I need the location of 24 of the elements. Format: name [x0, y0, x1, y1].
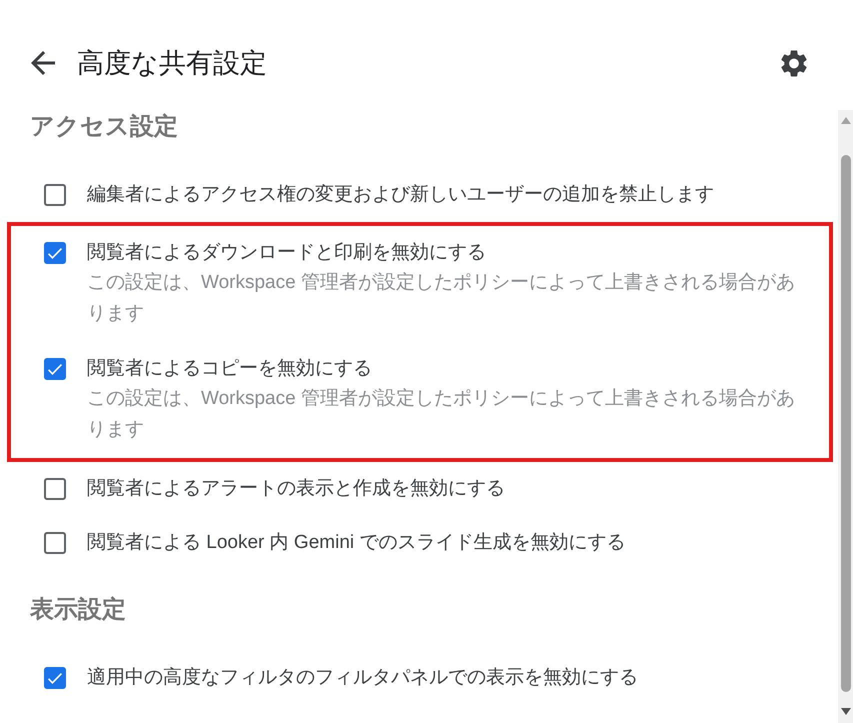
option-description: この設定は、Workspace 管理者が設定したポリシーによって上書きされる場合があります — [87, 271, 796, 326]
option-label: 閲覧者によるダウンロードと印刷を無効にする — [87, 241, 486, 265]
option-label: 閲覧者によるコピーを無効にする — [87, 357, 372, 381]
section-heading: アクセス設定 — [30, 112, 178, 142]
option-description: この設定は、Workspace 管理者が設定したポリシーによって上書きされる場合があります — [87, 387, 796, 442]
option-label: 適用中の高度なフィルタのフィルタパネルでの表示を無効にする — [87, 666, 638, 690]
option-label: 閲覧者による Looker 内 Gemini でのスライド生成を無効にする — [87, 531, 626, 555]
page-title: 高度な共有設定 — [77, 47, 267, 80]
settings-icon[interactable] — [781, 50, 807, 76]
back-arrow-icon[interactable] — [31, 51, 55, 75]
checkmark-icon — [48, 248, 62, 258]
checkmark-icon — [48, 364, 62, 374]
checkmark-icon — [48, 672, 62, 684]
option-label: 編集者によるアクセス権の変更および新しいユーザーの追加を禁止します — [87, 183, 714, 207]
checkbox[interactable] — [44, 478, 66, 500]
checkbox[interactable] — [44, 667, 66, 689]
option-label: 閲覧者によるアラートの表示と作成を無効にする — [87, 477, 505, 501]
section-heading: 表示設定 — [30, 595, 126, 625]
checkbox[interactable] — [44, 184, 66, 206]
checkbox[interactable] — [44, 532, 66, 554]
scroll-down-icon[interactable] — [840, 708, 850, 715]
checkbox[interactable] — [44, 242, 66, 264]
checkbox[interactable] — [44, 358, 66, 380]
scrollbar-thumb[interactable] — [840, 155, 850, 692]
